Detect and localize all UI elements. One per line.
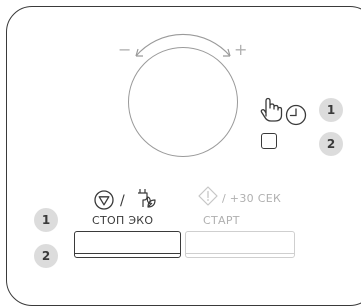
start-plus30-label: / +30 СЕК xyxy=(222,192,282,205)
eco-plug-icon xyxy=(138,189,156,208)
stop-eco-button[interactable] xyxy=(74,231,181,258)
dial-minus-sign: − xyxy=(118,40,132,59)
badge-right-2: 2 xyxy=(319,132,343,156)
small-square-button[interactable] xyxy=(261,133,277,149)
badge-right-1: 1 xyxy=(319,98,343,122)
clock-icon[interactable] xyxy=(285,104,309,128)
start-diamond-icon xyxy=(198,186,218,206)
stop-triangle-icon xyxy=(94,190,114,210)
badge-left-2: 2 xyxy=(34,244,58,268)
stop-eco-separator: / xyxy=(120,193,126,209)
start-button[interactable] xyxy=(185,231,295,258)
dial-area: − + xyxy=(108,26,258,176)
hand-pointer-icon[interactable] xyxy=(258,96,284,124)
start-label: СТАРТ xyxy=(203,214,240,227)
badge-left-1: 1 xyxy=(34,208,58,232)
control-dial[interactable] xyxy=(128,47,238,157)
stop-eco-label: СТОП ЭКО xyxy=(92,214,154,227)
dial-plus-sign: + xyxy=(234,40,248,59)
